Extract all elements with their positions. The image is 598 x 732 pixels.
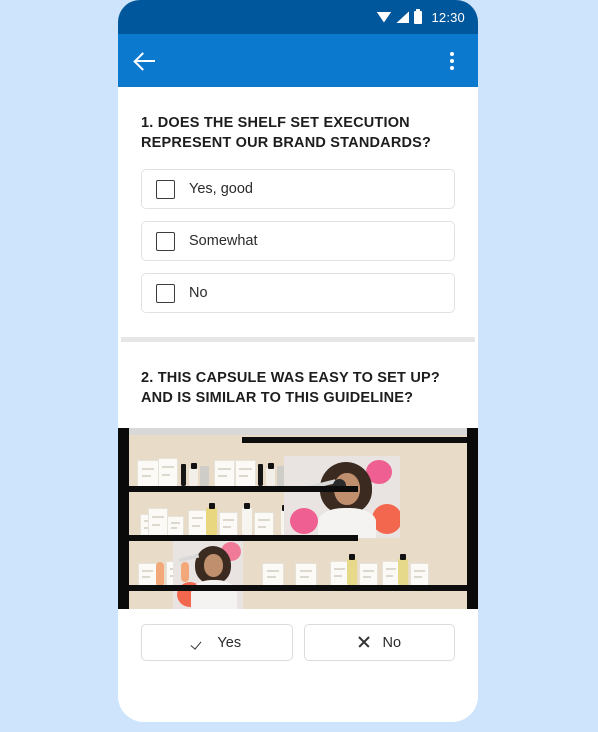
- shelf-bar: [129, 585, 467, 591]
- product-bottle: [189, 463, 198, 486]
- wifi-icon: [376, 11, 392, 23]
- product-box: [137, 460, 159, 488]
- shelf-planogram-photo[interactable]: [118, 428, 478, 609]
- option-yes-good[interactable]: Yes, good: [141, 169, 455, 209]
- product-box: [410, 563, 429, 587]
- product-bottle: [347, 554, 357, 585]
- product-tube: [258, 464, 263, 486]
- x-icon: [357, 635, 372, 650]
- checkbox-icon[interactable]: [156, 231, 175, 251]
- lifestyle-photo-small: [173, 540, 243, 609]
- product-bottle: [398, 554, 408, 585]
- shelf-bar: [242, 437, 467, 443]
- product-box: [158, 458, 178, 488]
- shelf-frame-right: [467, 428, 478, 609]
- shelf-frame-left: [118, 428, 129, 609]
- overflow-dot: [450, 58, 454, 63]
- product-bottle: [242, 503, 252, 535]
- status-icon-group: 12:30: [376, 8, 465, 25]
- product-box: [295, 563, 317, 587]
- overflow-menu-icon[interactable]: [440, 49, 464, 73]
- option-label: Yes, good: [189, 181, 253, 197]
- product-box: [214, 460, 235, 488]
- flower-decor: [290, 508, 318, 534]
- product-box: [167, 516, 184, 537]
- question-block-1: 1. DOES THE SHELF SET EXECUTION REPRESEN…: [118, 87, 478, 325]
- product-box: [148, 508, 168, 537]
- bottle-cap: [400, 554, 406, 560]
- checkbox-icon[interactable]: [156, 283, 175, 303]
- bottle-cap: [349, 554, 355, 560]
- signal-icon: [396, 11, 410, 23]
- bottle-cap: [267, 463, 274, 469]
- model-shirt: [318, 508, 376, 538]
- flower-decor: [372, 504, 400, 534]
- question-2-title: 2. THIS CAPSULE WAS EASY TO SET UP? AND …: [141, 370, 440, 406]
- shelf-bar: [129, 535, 358, 541]
- bottle-cap: [190, 463, 197, 469]
- yes-button-label: Yes: [217, 634, 242, 651]
- no-button[interactable]: No: [303, 624, 455, 661]
- battery-icon: [414, 8, 423, 24]
- overflow-dot: [450, 51, 454, 56]
- product-box: [262, 563, 284, 587]
- bottle-cap: [244, 503, 250, 509]
- answer-button-row: Yes No: [118, 609, 478, 661]
- model-face: [204, 554, 223, 577]
- bottle-cap: [208, 503, 215, 509]
- survey-content: 1. DOES THE SHELF SET EXECUTION REPRESEN…: [118, 87, 478, 722]
- product-box: [219, 512, 238, 537]
- product-bottle: [266, 463, 275, 486]
- shelf-bar: [129, 486, 358, 492]
- question-1-title: 1. DOES THE SHELF SET EXECUTION REPRESEN…: [141, 115, 432, 151]
- yes-button[interactable]: Yes: [141, 624, 293, 661]
- product-bottle: [156, 562, 164, 585]
- product-bottle: [200, 466, 209, 486]
- status-time: 12:30: [431, 9, 465, 25]
- back-arrow-icon[interactable]: [134, 49, 158, 73]
- no-button-label: No: [382, 634, 402, 651]
- product-box: [188, 510, 207, 537]
- product-tube: [181, 464, 186, 486]
- product-box: [254, 512, 274, 537]
- option-label: No: [189, 285, 208, 301]
- product-box: [138, 563, 157, 587]
- lifestyle-photo-large: [284, 456, 400, 538]
- status-bar: 12:30: [118, 0, 478, 34]
- product-box: [359, 563, 378, 587]
- app-bar: [118, 34, 478, 87]
- option-no[interactable]: No: [141, 273, 455, 313]
- overflow-dot: [450, 65, 454, 70]
- option-somewhat[interactable]: Somewhat: [141, 221, 455, 261]
- checkbox-icon[interactable]: [156, 179, 175, 199]
- question-block-2: 2. THIS CAPSULE WAS EASY TO SET UP? AND …: [118, 342, 478, 424]
- option-label: Somewhat: [189, 233, 258, 249]
- product-box: [235, 460, 256, 488]
- product-bottle: [206, 503, 217, 535]
- product-bottle: [181, 562, 189, 582]
- photo-top-strip: [118, 428, 478, 435]
- check-icon: [192, 635, 207, 650]
- phone-screen: 12:30 1. DOES THE SHELF SET EXECUTION RE…: [118, 0, 478, 722]
